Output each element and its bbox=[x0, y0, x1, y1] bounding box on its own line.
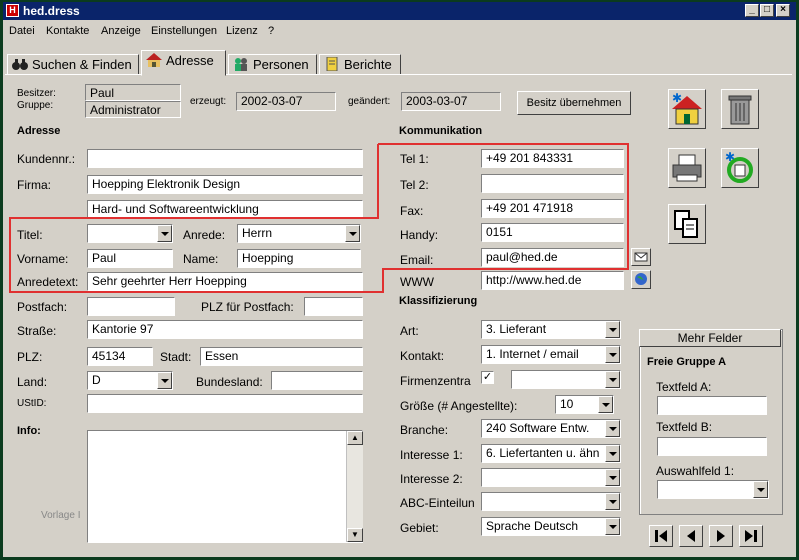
tab-adresse[interactable]: Adresse bbox=[141, 50, 226, 76]
app-window: H hed.dress _ □ × Datei Kontakte Anzeige… bbox=[3, 2, 796, 557]
house-icon bbox=[146, 53, 162, 67]
highlight-outline-path bbox=[9, 143, 629, 293]
highlight-outline bbox=[9, 143, 629, 293]
tab-label: Adresse bbox=[166, 53, 214, 68]
